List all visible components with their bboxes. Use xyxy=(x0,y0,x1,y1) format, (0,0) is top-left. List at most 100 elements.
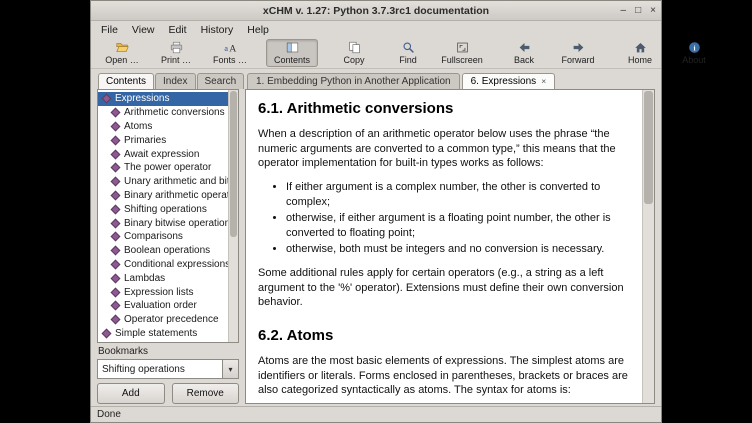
tree-item[interactable]: Expressions xyxy=(98,92,229,106)
main-area: Contents Index Search Expressions Arithm… xyxy=(91,69,661,406)
window-controls: – □ × xyxy=(621,1,656,20)
topic-icon xyxy=(111,135,121,145)
tree-item[interactable]: Binary arithmetic operation xyxy=(98,189,229,203)
document-tabs: 1. Embedding Python in Another Applicati… xyxy=(245,72,655,89)
tree-item[interactable]: The power operator xyxy=(98,161,229,175)
copy-button[interactable]: Copy xyxy=(328,39,380,67)
topic-icon xyxy=(111,301,121,311)
topic-icon xyxy=(111,108,121,118)
toolbar: Open … Print … aA Fonts … Contents Copy … xyxy=(91,38,661,69)
tree-item[interactable]: Atoms xyxy=(98,120,229,134)
tree-item[interactable]: Expression lists xyxy=(98,285,229,299)
document-scrollbar-thumb[interactable] xyxy=(644,91,653,204)
menu-help[interactable]: Help xyxy=(240,23,276,37)
topic-icon xyxy=(102,342,112,343)
sidebar-tabs: Contents Index Search xyxy=(97,72,239,89)
list-item: otherwise, both must be integers and no … xyxy=(286,242,631,257)
topic-icon xyxy=(111,149,121,159)
back-arrow-icon xyxy=(518,41,531,54)
home-button[interactable]: Home xyxy=(614,39,666,67)
tree-item[interactable]: Lambdas xyxy=(98,271,229,285)
tab-contents[interactable]: Contents xyxy=(98,73,154,89)
tree-item[interactable]: Arithmetic conversions xyxy=(98,106,229,120)
find-icon xyxy=(402,41,415,54)
tree-item[interactable]: Compound statements xyxy=(98,340,229,343)
forward-button[interactable]: Forward xyxy=(552,39,604,67)
printer-icon xyxy=(170,41,183,54)
remove-bookmark-button[interactable]: Remove xyxy=(172,383,240,404)
topic-icon xyxy=(111,191,121,201)
tree-item[interactable]: Comparisons xyxy=(98,230,229,244)
tree-item[interactable]: Unary arithmetic and bitwis xyxy=(98,175,229,189)
tab-close-icon[interactable]: × xyxy=(541,77,546,86)
tab-index[interactable]: Index xyxy=(155,73,195,89)
about-button[interactable]: i About xyxy=(668,39,720,67)
contents-tree: Expressions Arithmetic conversions Atoms… xyxy=(97,89,239,343)
tab-search[interactable]: Search xyxy=(197,73,245,89)
add-bookmark-button[interactable]: Add xyxy=(97,383,165,404)
tree-scrollbar[interactable] xyxy=(228,90,238,342)
topic-icon xyxy=(111,163,121,173)
menu-file[interactable]: File xyxy=(94,23,125,37)
topic-icon xyxy=(111,122,121,132)
fonts-button[interactable]: aA Fonts … xyxy=(204,39,256,67)
topic-icon xyxy=(111,177,121,187)
find-button[interactable]: Find xyxy=(382,39,434,67)
tree-item[interactable]: Operator precedence xyxy=(98,313,229,327)
sidebar: Contents Index Search Expressions Arithm… xyxy=(97,72,239,404)
topic-icon xyxy=(111,260,121,270)
fullscreen-icon xyxy=(456,41,469,54)
maximize-icon[interactable]: □ xyxy=(635,6,641,16)
tree-item[interactable]: Await expression xyxy=(98,147,229,161)
tree-scrollbar-thumb[interactable] xyxy=(230,91,237,237)
bookmarks-panel: Bookmarks Shifting operations ▾ Add Remo… xyxy=(97,343,239,404)
svg-text:i: i xyxy=(693,43,695,52)
bookmarks-selected-value: Shifting operations xyxy=(98,360,222,378)
tree-item[interactable]: Conditional expressions xyxy=(98,258,229,272)
tree-item[interactable]: Boolean operations xyxy=(98,244,229,258)
fonts-icon: aA xyxy=(224,41,237,54)
menu-edit[interactable]: Edit xyxy=(162,23,194,37)
document-content: 6.1. Arithmetic conversions When a descr… xyxy=(246,90,643,403)
window-title: xCHM v. 1.27: Python 3.7.3rc1 documentat… xyxy=(91,5,661,17)
topic-icon xyxy=(111,246,121,256)
status-text: Done xyxy=(97,409,121,420)
menu-view[interactable]: View xyxy=(125,23,162,37)
fullscreen-button[interactable]: Fullscreen xyxy=(436,39,488,67)
svg-text:A: A xyxy=(229,44,236,54)
menu-history[interactable]: History xyxy=(194,23,241,37)
tree-item[interactable]: Simple statements xyxy=(98,327,229,341)
close-icon[interactable]: × xyxy=(650,6,656,16)
copy-icon xyxy=(348,41,361,54)
bookmarks-combobox[interactable]: Shifting operations ▾ xyxy=(97,359,239,379)
doc-tab-embedding[interactable]: 1. Embedding Python in Another Applicati… xyxy=(247,73,460,89)
app-window: xCHM v. 1.27: Python 3.7.3rc1 documentat… xyxy=(90,0,662,423)
menu-bar: File View Edit History Help xyxy=(91,21,661,38)
paragraph: When a description of an arithmetic oper… xyxy=(258,127,631,171)
topic-icon xyxy=(111,273,121,283)
status-bar: Done xyxy=(91,406,661,422)
minimize-icon[interactable]: – xyxy=(621,6,627,16)
tree-item[interactable]: Shifting operations xyxy=(98,202,229,216)
tree-item[interactable]: Binary bitwise operations xyxy=(98,216,229,230)
tree-item[interactable]: Primaries xyxy=(98,133,229,147)
section-heading-6-1: 6.1. Arithmetic conversions xyxy=(258,100,631,117)
doc-tab-expressions[interactable]: 6. Expressions × xyxy=(462,73,556,89)
content-pane: 1. Embedding Python in Another Applicati… xyxy=(245,72,655,404)
document-view: 6.1. Arithmetic conversions When a descr… xyxy=(245,89,655,404)
contents-toggle-button[interactable]: Contents xyxy=(266,39,318,67)
list-item: otherwise, if either argument is a float… xyxy=(286,211,631,240)
topic-icon xyxy=(111,204,121,214)
document-scrollbar[interactable] xyxy=(642,90,654,403)
print-button[interactable]: Print … xyxy=(150,39,202,67)
conversion-rules-list: If either argument is a complex number, … xyxy=(258,180,631,257)
back-button[interactable]: Back xyxy=(498,39,550,67)
contents-panel-icon xyxy=(286,41,299,54)
tree-item[interactable]: Evaluation order xyxy=(98,299,229,313)
about-icon: i xyxy=(688,41,701,54)
chevron-down-icon[interactable]: ▾ xyxy=(222,360,238,378)
open-button[interactable]: Open … xyxy=(96,39,148,67)
bookmarks-buttons: Add Remove xyxy=(97,383,239,404)
topic-icon xyxy=(111,232,121,242)
bookmarks-label: Bookmarks xyxy=(98,346,239,357)
